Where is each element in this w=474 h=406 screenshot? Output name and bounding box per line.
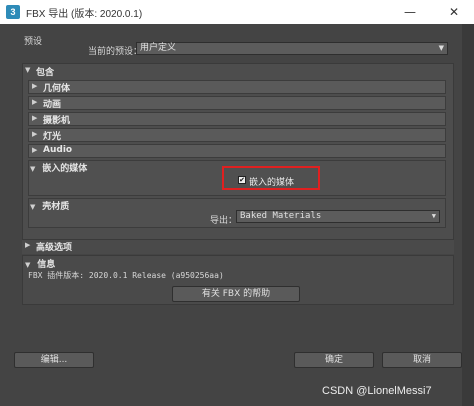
presets-group-label: 预设: [24, 37, 43, 47]
include-header-label: 包含: [36, 68, 55, 78]
materials-header[interactable]: ▼ 壳材质: [30, 199, 69, 212]
collapse-triangle-icon: ▼: [25, 66, 31, 74]
chevron-down-icon: ▼: [438, 44, 444, 52]
include-header[interactable]: ▼ 包含: [22, 65, 454, 79]
preset-value: 用户定义: [140, 43, 177, 53]
include-item-label: 几何体: [43, 84, 71, 94]
include-item-label: 动画: [43, 100, 62, 110]
ok-button[interactable]: 确定: [294, 352, 374, 368]
side-strip: [462, 24, 474, 406]
collapse-triangle-icon: ▼: [30, 165, 36, 173]
app-logo-icon: 3: [6, 5, 20, 19]
include-item-label: 灯光: [43, 132, 62, 142]
collapse-triangle-icon: ▼: [25, 261, 31, 269]
export-label: 导出：: [210, 216, 238, 226]
watermark-text: CSDN @LionelMessi7: [322, 385, 432, 397]
window-title: FBX 导出 (版本: 2020.0.1): [26, 9, 143, 20]
cancel-button[interactable]: 取消: [382, 352, 462, 368]
annotation-highlight-box: [222, 166, 320, 190]
current-preset-label: 当前的预设：: [88, 47, 143, 57]
include-item-animation[interactable]: ▶ 动画: [28, 96, 446, 110]
expand-triangle-icon: ▶: [32, 146, 38, 154]
include-item-label: 摄影机: [43, 116, 71, 126]
export-materials-dropdown[interactable]: Baked Materials ▼: [236, 210, 440, 223]
expand-triangle-icon: ▶: [32, 130, 38, 138]
include-item-geometry[interactable]: ▶ 几何体: [28, 80, 446, 94]
include-item-lights[interactable]: ▶ 灯光: [28, 128, 446, 142]
collapse-triangle-icon: ▼: [30, 203, 36, 211]
materials-header-label: 壳材质: [42, 202, 70, 212]
info-header-label: 信息: [37, 260, 56, 270]
include-item-label: Audio: [43, 145, 73, 155]
expand-triangle-icon: ▶: [32, 98, 38, 106]
embed-media-header-label: 嵌入的媒体: [42, 164, 88, 174]
info-header[interactable]: ▼ 信息: [25, 257, 55, 270]
preset-dropdown[interactable]: 用户定义 ▼: [136, 42, 448, 55]
advanced-options-label: 高级选项: [36, 243, 73, 253]
include-item-audio[interactable]: ▶ Audio: [28, 144, 446, 158]
close-button[interactable]: ✕: [432, 0, 474, 24]
expand-triangle-icon: ▶: [25, 241, 31, 249]
embed-media-header[interactable]: ▼ 嵌入的媒体: [30, 161, 87, 174]
include-item-cameras[interactable]: ▶ 摄影机: [28, 112, 446, 126]
fbx-help-button[interactable]: 有关 FBX 的帮助: [172, 286, 300, 302]
export-materials-value: Baked Materials: [240, 211, 322, 221]
edit-button[interactable]: 编辑...: [14, 352, 94, 368]
title-bar: 3 FBX 导出 (版本: 2020.0.1) — ✕: [0, 0, 474, 24]
minimize-button[interactable]: —: [388, 0, 432, 24]
advanced-options-header[interactable]: ▶ 高级选项: [22, 240, 454, 254]
plugin-version-text: FBX 插件版本: 2020.0.1 Release (a950256aa): [28, 271, 224, 280]
expand-triangle-icon: ▶: [32, 114, 38, 122]
expand-triangle-icon: ▶: [32, 82, 38, 90]
chevron-down-icon: ▼: [431, 212, 436, 220]
